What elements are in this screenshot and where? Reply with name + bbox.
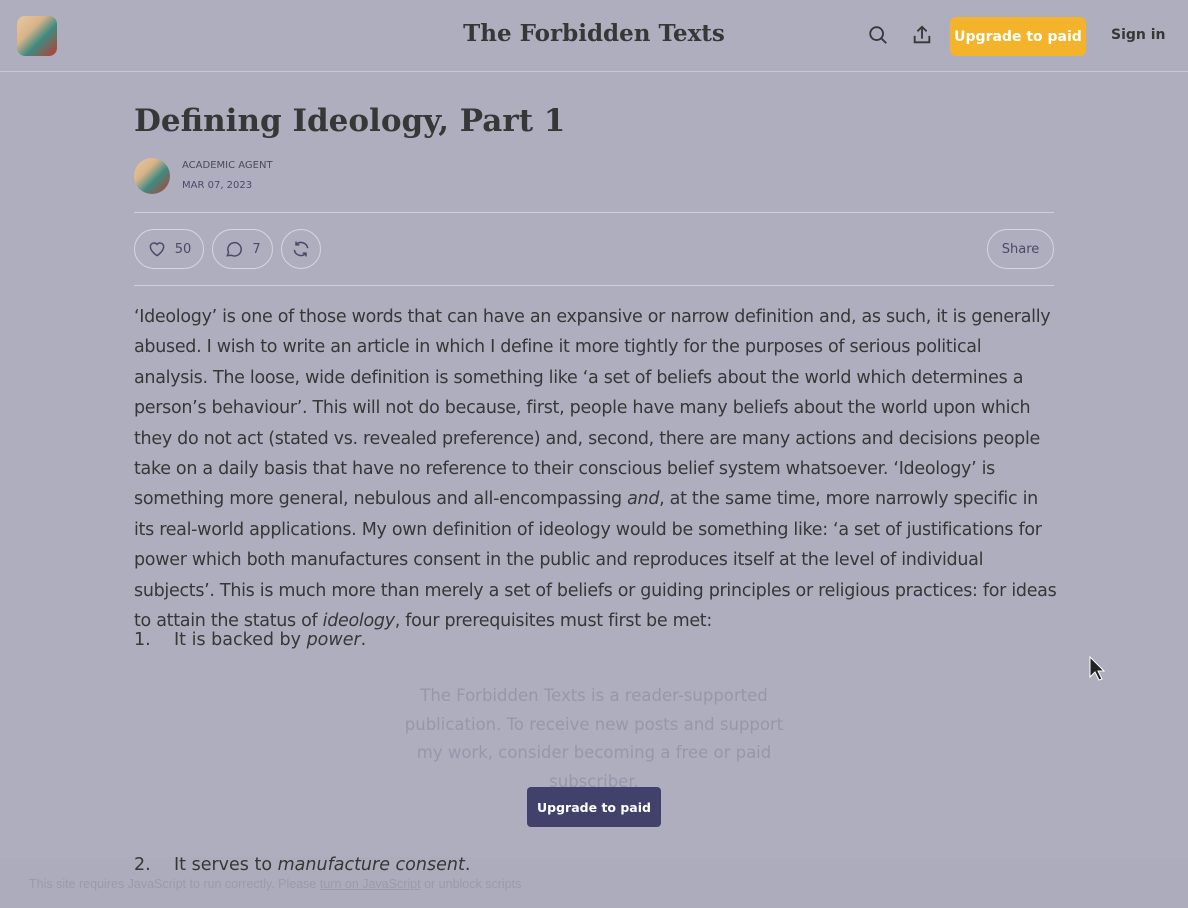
share-label: Share <box>1001 241 1040 257</box>
restack-button[interactable] <box>281 229 321 269</box>
post-body: ‘Ideology’ is one of those words that ca… <box>134 307 1057 632</box>
header: The Forbidden Texts Upgrade to paid Sign… <box>0 0 1188 72</box>
divider <box>134 285 1054 286</box>
share-icon[interactable] <box>911 24 933 46</box>
sign-in-link[interactable]: Sign in <box>1111 27 1166 43</box>
comment-icon <box>226 241 243 257</box>
comment-count: 7 <box>252 241 261 257</box>
subscribe-text: The Forbidden Texts is a reader-supporte… <box>404 686 784 791</box>
enable-js-link[interactable]: turn on JavaScript <box>320 877 421 891</box>
author-avatar[interactable] <box>134 158 170 194</box>
post-date: MAR 07, 2023 <box>182 180 253 191</box>
like-button[interactable]: 50 <box>134 229 204 269</box>
share-button[interactable]: Share <box>987 229 1054 269</box>
like-count: 50 <box>174 241 192 257</box>
search-icon[interactable] <box>867 24 889 46</box>
divider <box>134 212 1054 213</box>
restack-icon <box>293 241 309 257</box>
list-item: 1. It is backed by power. <box>134 630 367 650</box>
js-warning-text: This site requires JavaScript to run cor… <box>29 877 522 891</box>
post-title: Defining Ideology, Part 1 <box>134 103 566 139</box>
list-item: 2. It serves to manufacture consent. <box>134 855 471 875</box>
comment-button[interactable]: 7 <box>212 229 273 269</box>
upgrade-button[interactable]: Upgrade to paid <box>950 17 1086 56</box>
author-name[interactable]: ACADEMIC AGENT <box>182 160 273 171</box>
mouse-cursor-icon <box>1089 656 1105 681</box>
subscribe-upgrade-button[interactable]: Upgrade to paid <box>527 787 661 827</box>
heart-icon <box>149 242 165 257</box>
